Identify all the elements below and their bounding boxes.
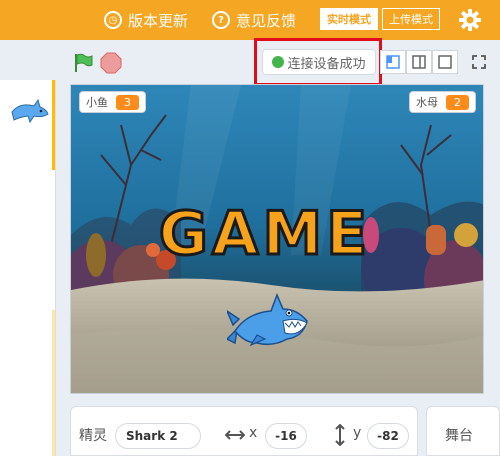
- x-label: x: [249, 425, 258, 441]
- version-update-label: 版本更新: [128, 11, 189, 30]
- realtime-mode-button[interactable]: 实时模式: [320, 8, 378, 30]
- sprite-label: 精灵: [79, 428, 107, 444]
- variable-monitor-jellyfish[interactable]: 水母 2: [409, 91, 476, 113]
- gear-icon[interactable]: [458, 8, 482, 32]
- sprite-info-panel: 精灵 Shark 2 x -16 y -82: [70, 406, 418, 456]
- version-update-button[interactable]: ◷ 版本更新: [104, 0, 188, 40]
- stop-icon[interactable]: [100, 52, 122, 74]
- sprite-name-input[interactable]: Shark 2: [115, 423, 201, 449]
- shark-sprite-thumbnail[interactable]: [8, 96, 50, 126]
- hide-stage-icon: [438, 55, 452, 69]
- clock-icon: ◷: [104, 11, 122, 29]
- horizontal-arrows-icon: [225, 430, 245, 440]
- highlight-box: [254, 38, 382, 86]
- fullscreen-button[interactable]: [466, 50, 492, 74]
- variable-name: 水母: [416, 96, 438, 109]
- top-bar: ◷ 版本更新 ? 意见反馈 实时模式 上传模式: [0, 0, 500, 40]
- variable-name: 小鱼: [86, 96, 108, 109]
- fullscreen-icon: [472, 55, 486, 69]
- sprite-list-pane: [0, 80, 56, 456]
- stage-panel[interactable]: 舞台: [426, 406, 500, 456]
- stage-panel-label: 舞台: [445, 428, 473, 444]
- feedback-button[interactable]: ? 意见反馈: [212, 0, 296, 40]
- x-input[interactable]: -16: [265, 423, 307, 449]
- pane-accent-bar: [52, 80, 55, 170]
- pane-scrollbar[interactable]: [52, 310, 55, 456]
- game-text: GAME: [159, 199, 371, 266]
- game-title: GAME: [150, 196, 380, 271]
- upload-mode-button[interactable]: 上传模式: [382, 8, 440, 30]
- vertical-arrows-icon: [335, 424, 345, 446]
- green-flag-icon[interactable]: [72, 52, 94, 74]
- normal-stage-icon: [412, 55, 426, 69]
- y-input[interactable]: -82: [367, 423, 409, 449]
- variable-value: 2: [446, 94, 469, 110]
- shark-sprite[interactable]: [227, 291, 311, 349]
- variable-value: 3: [116, 94, 139, 110]
- normal-stage-button[interactable]: [406, 50, 432, 74]
- small-stage-button[interactable]: [380, 50, 406, 74]
- hide-stage-button[interactable]: [432, 50, 458, 74]
- y-label: y: [353, 425, 362, 441]
- variable-monitor-fish[interactable]: 小鱼 3: [79, 91, 146, 113]
- feedback-label: 意见反馈: [236, 11, 297, 30]
- question-icon: ?: [212, 11, 230, 29]
- small-stage-icon: [386, 55, 400, 69]
